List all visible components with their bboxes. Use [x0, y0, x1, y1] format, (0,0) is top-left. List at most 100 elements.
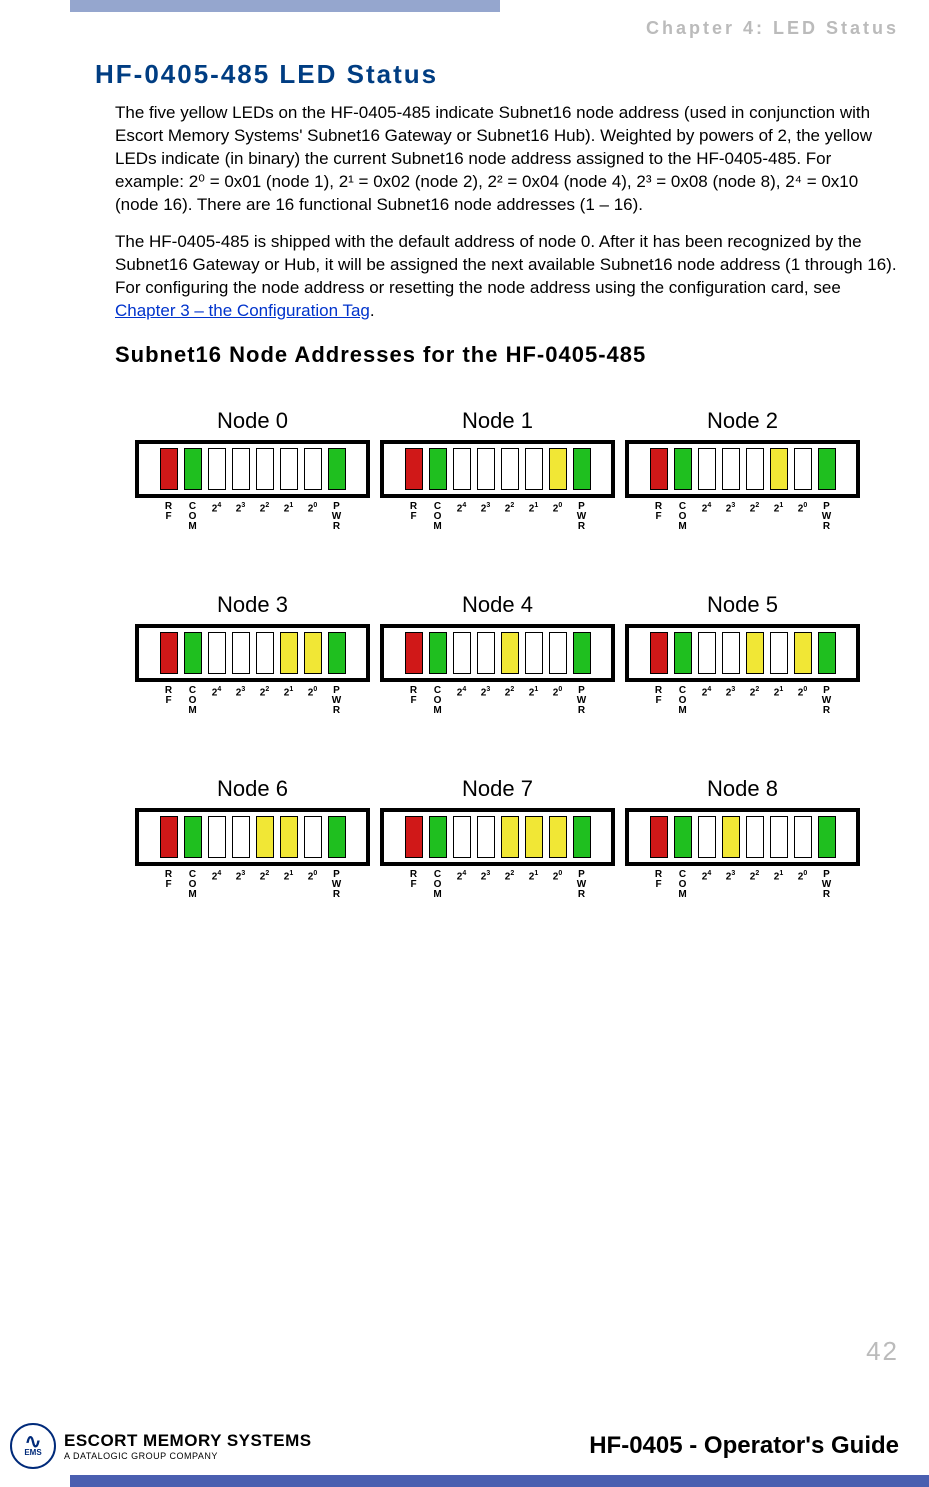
label-rf: RF: [650, 870, 668, 900]
node-title: Node 3: [135, 592, 370, 618]
led-indicator: [429, 448, 447, 490]
led-indicator: [232, 632, 250, 674]
led-indicator: [429, 816, 447, 858]
label-2-4: 24: [453, 870, 471, 900]
led-indicator: [429, 632, 447, 674]
led-indicator: [477, 816, 495, 858]
ems-logo-icon: ∿ EMS: [10, 1423, 56, 1469]
para-2: The HF-0405-485 is shipped with the defa…: [95, 231, 899, 323]
led-indicator: [674, 448, 692, 490]
label-2-1: 21: [770, 502, 788, 532]
led-indicator: [794, 632, 812, 674]
led-indicator: [650, 816, 668, 858]
node-block: Node 5RFCOM2423222120PWR: [625, 592, 860, 716]
label-2-2: 22: [256, 502, 274, 532]
label-2-0: 20: [304, 870, 322, 900]
led-indicator: [453, 632, 471, 674]
led-panel: [625, 808, 860, 866]
led-indicator: [650, 448, 668, 490]
label-pwr: PWR: [573, 502, 591, 532]
led-indicator: [328, 448, 346, 490]
led-labels-row: RFCOM2423222120PWR: [625, 686, 860, 716]
led-indicator: [770, 816, 788, 858]
label-com: COM: [184, 686, 202, 716]
label-com: COM: [184, 870, 202, 900]
led-panel: [135, 624, 370, 682]
led-indicator: [405, 632, 423, 674]
led-indicator: [208, 448, 226, 490]
led-indicator: [722, 448, 740, 490]
led-indicator: [405, 816, 423, 858]
led-indicator: [549, 632, 567, 674]
led-indicator: [698, 816, 716, 858]
led-indicator: [525, 816, 543, 858]
label-2-0: 20: [304, 686, 322, 716]
led-indicator: [501, 632, 519, 674]
led-indicator: [328, 816, 346, 858]
label-2-1: 21: [770, 686, 788, 716]
led-indicator: [573, 448, 591, 490]
label-com: COM: [184, 502, 202, 532]
led-indicator: [698, 632, 716, 674]
led-indicator: [746, 448, 764, 490]
led-panel: [135, 808, 370, 866]
label-2-4: 24: [208, 686, 226, 716]
node-title: Node 7: [380, 776, 615, 802]
chapter-label: Chapter 4: LED Status: [0, 12, 929, 59]
label-com: COM: [429, 502, 447, 532]
led-indicator: [453, 816, 471, 858]
logo-line-1: ESCORT MEMORY SYSTEMS: [64, 1431, 312, 1451]
led-indicator: [184, 816, 202, 858]
ems-small-text: EMS: [24, 1448, 41, 1457]
led-indicator: [256, 448, 274, 490]
led-indicator: [453, 448, 471, 490]
node-title: Node 4: [380, 592, 615, 618]
led-indicator: [280, 448, 298, 490]
label-2-3: 23: [232, 870, 250, 900]
bottom-accent-bar: [0, 1475, 929, 1487]
led-indicator: [160, 632, 178, 674]
label-pwr: PWR: [818, 686, 836, 716]
label-rf: RF: [160, 870, 178, 900]
led-panel: [380, 624, 615, 682]
link-config-tag[interactable]: Chapter 3 – the Configuration Tag: [115, 301, 370, 320]
led-indicator: [746, 632, 764, 674]
led-indicator: [477, 448, 495, 490]
section-title: HF-0405-485 LED Status: [95, 59, 899, 90]
label-2-4: 24: [698, 502, 716, 532]
para-2-b: .: [370, 301, 375, 320]
label-2-1: 21: [770, 870, 788, 900]
led-indicator: [256, 632, 274, 674]
led-indicator: [232, 448, 250, 490]
label-rf: RF: [160, 686, 178, 716]
led-indicator: [794, 816, 812, 858]
label-2-3: 23: [477, 502, 495, 532]
node-block: Node 3RFCOM2423222120PWR: [135, 592, 370, 716]
led-indicator: [573, 632, 591, 674]
label-com: COM: [429, 870, 447, 900]
label-com: COM: [674, 870, 692, 900]
led-labels-row: RFCOM2423222120PWR: [380, 686, 615, 716]
label-2-1: 21: [280, 502, 298, 532]
led-grid: Node 0RFCOM2423222120PWRNode 1RFCOM24232…: [95, 408, 899, 900]
label-2-3: 23: [722, 870, 740, 900]
led-indicator: [818, 816, 836, 858]
led-indicator: [304, 632, 322, 674]
led-indicator: [256, 816, 274, 858]
footer: ∿ EMS ESCORT MEMORY SYSTEMS A DATALOGIC …: [0, 1423, 929, 1487]
label-2-3: 23: [477, 870, 495, 900]
label-2-0: 20: [549, 870, 567, 900]
led-indicator: [208, 816, 226, 858]
node-title: Node 1: [380, 408, 615, 434]
led-panel: [380, 440, 615, 498]
label-2-0: 20: [549, 502, 567, 532]
label-pwr: PWR: [573, 870, 591, 900]
label-2-2: 22: [501, 870, 519, 900]
label-com: COM: [674, 502, 692, 532]
led-indicator: [477, 632, 495, 674]
label-2-0: 20: [549, 686, 567, 716]
label-2-4: 24: [208, 502, 226, 532]
led-indicator: [405, 448, 423, 490]
label-2-1: 21: [525, 502, 543, 532]
top-accent-bar: [0, 0, 929, 12]
